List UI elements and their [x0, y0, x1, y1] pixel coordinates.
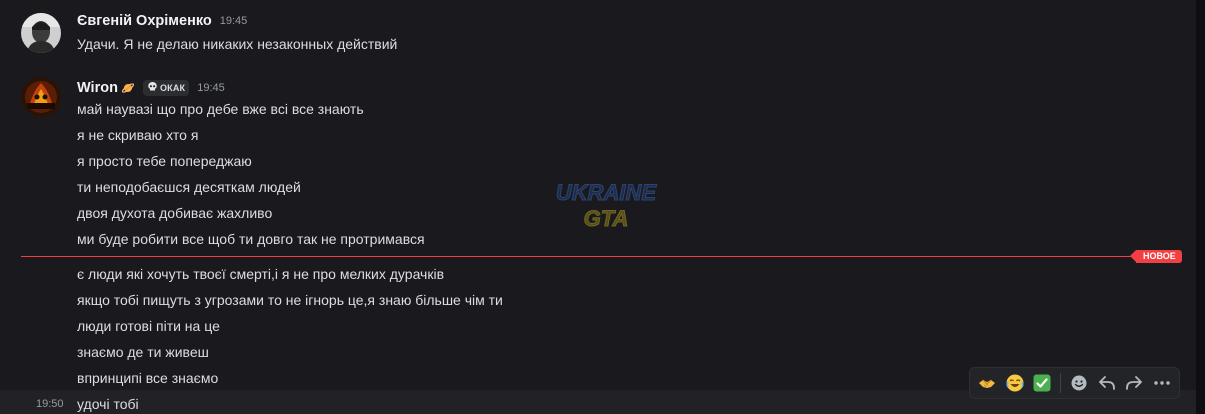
watermark-line2: GTA	[584, 206, 629, 231]
message-timestamp: 19:45	[219, 15, 248, 27]
message-timestamp: 19:50	[36, 398, 64, 410]
message-timestamp: 19:45	[197, 82, 225, 94]
new-messages-badge: НОВОЕ	[1130, 250, 1182, 263]
message-text: двоя духота добиває жахливо	[77, 205, 273, 221]
message-text: удочі тобі	[77, 396, 139, 412]
skull-icon	[147, 79, 158, 97]
watermark-line1: UKRAINE	[556, 180, 658, 205]
forward-icon[interactable]	[1122, 369, 1148, 397]
message-header: Wiron ОКАК 19:45	[77, 80, 225, 96]
add-reaction-icon[interactable]	[1066, 369, 1092, 397]
toolbar-divider	[1060, 373, 1062, 393]
message-text: Удачи. Я не делаю никаких незаконных дей…	[77, 36, 398, 52]
avatar[interactable]	[21, 13, 61, 53]
server-tag-label: ОКАК	[159, 83, 186, 93]
message-header: Євгеній Охріменко 19:45	[77, 13, 247, 29]
avatar[interactable]	[21, 77, 61, 117]
watermark-logo: UKRAINE GTA	[550, 176, 662, 234]
check-mark-emoji-icon[interactable]	[1029, 369, 1055, 397]
author-name[interactable]: Wiron	[77, 80, 118, 96]
message-actions-toolbar	[969, 367, 1180, 399]
reply-icon[interactable]	[1094, 369, 1120, 397]
scrollbar[interactable]	[1196, 0, 1205, 414]
message-text: є люди які хочуть твоєї смерті,і я не пр…	[77, 266, 445, 282]
message-text: ми буде робити все щоб ти довго так не п…	[77, 231, 425, 247]
message-text: май наувазі що про дебе вже всі все знаю…	[77, 101, 364, 117]
message-text: впринципі все знаємо	[77, 370, 219, 386]
message-text: я не скриваю хто я	[77, 127, 199, 143]
chat-messages: Євгеній Охріменко 19:45 Удачи. Я не дела…	[0, 0, 1196, 414]
ringed-planet-icon	[121, 81, 135, 95]
handshake-emoji-icon[interactable]	[974, 369, 1000, 397]
author-name[interactable]: Євгеній Охріменко	[77, 13, 212, 29]
message-text: якщо тобі пищуть з угрозами то не ігнорь…	[77, 292, 503, 308]
message-text: люди готові піти на це	[77, 318, 220, 334]
new-messages-divider	[21, 256, 1181, 257]
message-text: я просто тебе попереджаю	[77, 153, 252, 169]
message-text: ти неподобаєшся десяткам людей	[77, 179, 301, 195]
message-text: знаємо де ти живеш	[77, 344, 209, 360]
joy-emoji-icon[interactable]	[1002, 369, 1028, 397]
server-tag[interactable]: ОКАК	[142, 79, 190, 97]
more-icon[interactable]	[1149, 369, 1175, 397]
